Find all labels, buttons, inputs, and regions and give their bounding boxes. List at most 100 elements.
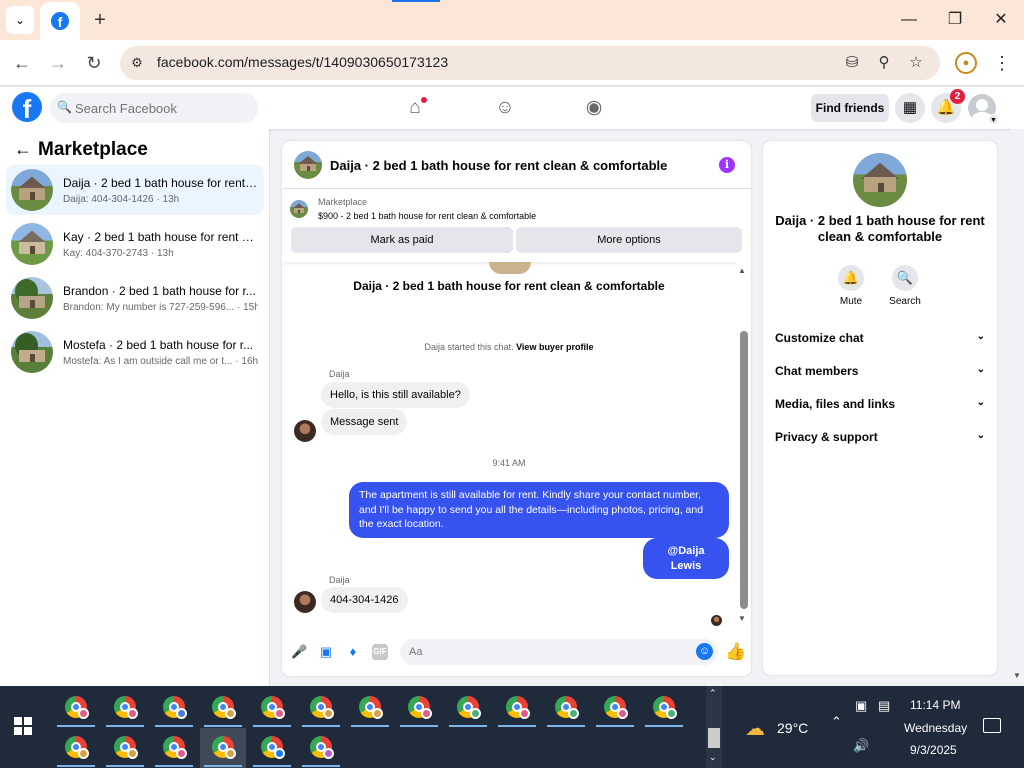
mark-as-paid-button[interactable]: Mark as paid [291,227,513,253]
chrome-taskbar-icon[interactable] [102,688,148,728]
weather-icon[interactable]: ☁ [745,716,765,741]
menu-icon[interactable]: ⋮ [993,50,1011,76]
bookmark-star-icon[interactable]: ☆ [906,53,926,73]
chat-title[interactable]: Daija · 2 bed 1 bath house for rent clea… [330,158,667,173]
incoming-message[interactable]: Message sent [321,409,408,435]
chrome-taskbar-icon[interactable] [151,728,197,768]
windows-start-icon[interactable] [14,717,32,735]
chrome-taskbar-icon[interactable] [151,688,197,728]
listing-description[interactable]: $900 - 2 bed 1 bath house for rent clean… [318,211,536,221]
menu-grid-icon[interactable]: ▦ [895,93,925,123]
section-customize-chat[interactable]: Customize chat ⌄ [775,331,987,345]
scroll-thumb[interactable] [708,728,720,748]
friends-icon[interactable]: ☺ [492,96,518,120]
new-tab-icon[interactable]: + [88,8,112,32]
chrome-taskbar-icon-active[interactable] [200,728,246,768]
photo-icon[interactable]: ▣ [318,644,334,660]
close-icon[interactable]: ✕ [989,8,1013,32]
chrome-taskbar-icon[interactable] [298,728,344,768]
volume-icon[interactable]: 🔊 [853,738,869,754]
chrome-taskbar-icon[interactable] [53,688,99,728]
incoming-message[interactable]: 404-304-1426 [321,587,408,613]
chevron-up-icon[interactable]: ⌃ [831,714,842,730]
sticker-icon[interactable]: ♦ [345,644,361,660]
info-icon[interactable]: i [719,157,735,173]
network-icon[interactable]: ▤ [878,698,890,714]
clock-date[interactable]: 9/3/2025 [910,743,957,757]
bell-icon: 🔔 [838,265,864,291]
chrome-taskbar-icon[interactable] [298,688,344,728]
page-scrollbar[interactable]: ▼ [1010,129,1024,686]
more-options-button[interactable]: More options [516,227,742,253]
groups-icon[interactable]: ◉ [581,96,607,120]
outgoing-mention[interactable]: @Daija Lewis [643,538,729,579]
forward-icon[interactable]: → [45,50,71,76]
url-text[interactable]: facebook.com/messages/t/1409030650173123 [157,54,448,70]
sender-avatar[interactable] [294,591,316,613]
thread-scrollbar[interactable]: ▲ ▼ [736,262,751,630]
site-info-icon[interactable]: ⚙ [128,54,146,72]
profile-icon[interactable]: ● [955,52,977,74]
back-icon[interactable]: ← [9,50,35,76]
chrome-taskbar-icon[interactable] [53,728,99,768]
chrome-taskbar-icon[interactable] [641,688,687,728]
thumbs-up-icon[interactable]: 👍 [725,642,746,662]
outgoing-message[interactable]: The apartment is still available for ren… [349,482,729,538]
chrome-taskbar-icon[interactable] [592,688,638,728]
zoom-icon[interactable]: ⚲ [874,53,894,73]
camera-icon[interactable]: ▣ [855,698,867,714]
address-bar[interactable]: ⚙ facebook.com/messages/t/14090306501731… [120,46,940,80]
scroll-up-icon[interactable]: ⌃ [709,688,717,699]
listing-thumbnail-small[interactable] [290,200,308,218]
clock-day[interactable]: Wednesday [904,721,967,735]
conversation-item-daija[interactable]: Daija · 2 bed 1 bath house for rent ... … [6,165,264,215]
weather-temperature[interactable]: 29°C [777,720,808,736]
section-chat-members[interactable]: Chat members ⌄ [775,364,987,378]
chrome-taskbar-icon[interactable] [494,688,540,728]
conversation-item-kay[interactable]: Kay · 2 bed 1 bath house for rent cl... … [6,219,264,269]
scroll-thumb[interactable] [740,331,748,609]
chevron-down-icon[interactable]: ▼ [988,114,999,125]
chrome-taskbar-icon[interactable] [543,688,589,728]
browser-tab[interactable]: f [40,2,80,40]
clock-time[interactable]: 11:14 PM [910,698,960,712]
install-icon[interactable]: ⛁ [842,53,862,73]
notification-center-icon[interactable] [983,718,1001,733]
back-arrow-icon[interactable]: ← [14,139,38,160]
gif-icon[interactable]: GIF [372,644,388,660]
chrome-taskbar-icon[interactable] [102,728,148,768]
chrome-taskbar-icon[interactable] [200,688,246,728]
scroll-down-icon[interactable]: ⌄ [709,752,717,763]
maximize-icon[interactable]: ❐ [943,8,967,32]
scroll-down-icon[interactable]: ▼ [738,614,746,623]
facebook-logo[interactable]: f [12,92,42,122]
listing-photo[interactable] [853,153,907,207]
chrome-taskbar-icon[interactable] [445,688,491,728]
message-input[interactable] [400,639,718,665]
scroll-down-icon[interactable]: ▼ [1013,671,1021,680]
taskbar-scrollbar[interactable]: ⌃ ⌄ [706,686,722,768]
microphone-icon[interactable]: 🎤 [291,644,307,660]
section-media-files-links[interactable]: Media, files and links ⌄ [775,397,987,411]
view-buyer-profile-link[interactable]: View buyer profile [516,342,593,352]
find-friends-button[interactable]: Find friends [811,94,889,122]
section-privacy-support[interactable]: Privacy & support ⌄ [775,430,987,444]
sender-avatar[interactable] [294,420,316,442]
minimize-icon[interactable]: — [897,8,921,32]
conversation-item-brandon[interactable]: Brandon · 2 bed 1 bath house for r... Br… [6,273,264,323]
chrome-taskbar-icon[interactable] [396,688,442,728]
conversation-item-mostefa[interactable]: Mostefa · 2 bed 1 bath house for r... Mo… [6,327,264,377]
facebook-top-nav: f 🔍 ⌂ ☺ ◉ Find friends ▦ 🔔 2 ▼ [0,87,1024,129]
tab-search-icon[interactable]: ⌄ [6,6,34,34]
reload-icon[interactable]: ↻ [81,50,107,76]
emoji-icon[interactable]: ☺ [696,643,713,660]
mute-button[interactable]: 🔔 Mute [831,265,871,307]
search-input[interactable] [50,93,258,123]
scroll-up-icon[interactable]: ▲ [738,266,746,275]
search-button[interactable]: 🔍 Search [885,265,925,307]
chat-listing-thumbnail[interactable] [294,151,322,179]
chrome-taskbar-icon[interactable] [249,728,295,768]
chrome-taskbar-icon[interactable] [347,688,393,728]
chrome-taskbar-icon[interactable] [249,688,295,728]
incoming-message[interactable]: Hello, is this still available? [321,382,470,408]
